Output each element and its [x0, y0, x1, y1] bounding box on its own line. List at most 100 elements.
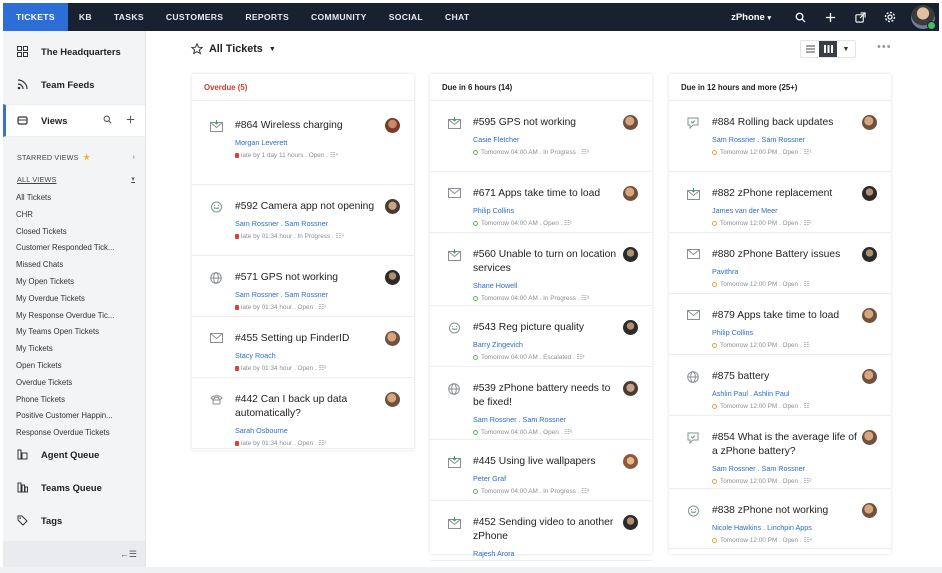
search-icon[interactable]: [785, 3, 815, 31]
portal-switcher[interactable]: zPhone ▾: [731, 12, 771, 23]
ticket-card[interactable]: #882 zPhone replacement James van der Mee…: [669, 172, 891, 233]
ticket-card[interactable]: #879 Apps take time to load Philip Collin…: [669, 294, 891, 355]
ticket-card[interactable]: #875 battery Ashlin Paul . Ashlin Paul Tom…: [669, 355, 891, 416]
ticket-contacts[interactable]: Rajesh Arora: [473, 549, 622, 558]
assignee-avatar[interactable]: [623, 515, 638, 530]
ticket-title[interactable]: #880 zPhone Battery issues: [712, 248, 861, 262]
assignee-avatar[interactable]: [862, 247, 877, 262]
assignee-avatar[interactable]: [623, 454, 638, 469]
ticket-contacts[interactable]: Pavithra: [712, 267, 861, 276]
plus-icon[interactable]: [815, 3, 845, 31]
assignee-avatar[interactable]: [862, 430, 877, 445]
ticket-card[interactable]: #571 GPS not working Sam Rossner . Sam Ro…: [192, 256, 414, 317]
ticket-title[interactable]: #539 zPhone battery needs to be fixed!: [473, 382, 622, 410]
chevron-down-icon[interactable]: ▼: [837, 41, 855, 57]
ticket-contacts[interactable]: Ashlin Paul . Ashlin Paul: [712, 389, 861, 398]
ticket-contacts[interactable]: Morgan Leverett: [235, 138, 384, 147]
assignee-avatar[interactable]: [385, 118, 400, 133]
nav-chat[interactable]: CHAT: [434, 3, 480, 31]
ticket-title[interactable]: #884 Rolling back updates: [712, 116, 861, 130]
ticket-contacts[interactable]: Philip Collins: [473, 206, 622, 215]
ticket-title[interactable]: #875 battery: [712, 370, 861, 384]
view-item[interactable]: My Teams Open Tickets: [3, 324, 145, 341]
ticket-title[interactable]: #595 GPS not working: [473, 116, 622, 130]
ticket-title[interactable]: #854 What is the average life of a zPhon…: [712, 431, 861, 459]
view-item[interactable]: My Open Tickets: [3, 274, 145, 291]
assignee-avatar[interactable]: [385, 199, 400, 214]
ticket-contacts[interactable]: Sam Rossner . Sam Rossner: [712, 135, 861, 144]
assignee-avatar[interactable]: [862, 308, 877, 323]
ticket-contacts[interactable]: Nicole Hawkins . Linchpin Apps: [712, 523, 861, 532]
assignee-avatar[interactable]: [623, 320, 638, 335]
view-item[interactable]: All Tickets: [3, 190, 145, 207]
ticket-contacts[interactable]: Stacy Roach: [235, 351, 384, 360]
view-item[interactable]: My Response Overdue Tic...: [3, 308, 145, 325]
view-item[interactable]: Missed Chats: [3, 257, 145, 274]
assignee-avatar[interactable]: [862, 369, 877, 384]
assignee-avatar[interactable]: [862, 503, 877, 518]
ticket-title[interactable]: #879 Apps take time to load: [712, 309, 861, 323]
ticket-card[interactable]: #854 What is the average life of a zPhon…: [669, 416, 891, 489]
ticket-title[interactable]: #592 Camera app not opening: [235, 200, 384, 214]
ticket-card[interactable]: #452 Sending video to another zPhone Raje…: [430, 501, 652, 561]
view-item[interactable]: CHR: [3, 207, 145, 224]
assignee-avatar[interactable]: [862, 115, 877, 130]
assignee-avatar[interactable]: [623, 247, 638, 262]
ticket-card[interactable]: #592 Camera app not opening Sam Rossner .…: [192, 185, 414, 256]
star-outline-icon[interactable]: [191, 43, 203, 55]
ticket-contacts[interactable]: Casie Fletcher: [473, 135, 622, 144]
ticket-contacts[interactable]: James van der Meer: [712, 206, 861, 215]
nav-tasks[interactable]: TASKS: [103, 3, 155, 31]
assignee-avatar[interactable]: [385, 331, 400, 346]
nav-reports[interactable]: REPORTS: [234, 3, 300, 31]
ticket-card[interactable]: #671 Apps take time to load Philip Collin…: [430, 172, 652, 233]
ticket-title[interactable]: #452 Sending video to another zPhone: [473, 516, 622, 544]
ticket-contacts[interactable]: Philip Collins: [712, 328, 861, 337]
list-view-icon[interactable]: [801, 41, 819, 57]
ticket-card[interactable]: #539 zPhone battery needs to be fixed! Sa…: [430, 367, 652, 440]
view-item[interactable]: Positive Customer Happin...: [3, 408, 145, 425]
view-selector[interactable]: All Tickets ▼: [191, 43, 276, 55]
assignee-avatar[interactable]: [385, 270, 400, 285]
sidebar-item-views[interactable]: Views: [3, 104, 145, 137]
ticket-title[interactable]: #560 Unable to turn on location services: [473, 248, 622, 276]
sidebar-item-team-feeds[interactable]: Team Feeds: [3, 68, 145, 101]
ticket-title[interactable]: #571 GPS not working: [235, 271, 384, 285]
view-item[interactable]: My Tickets: [3, 341, 145, 358]
view-item[interactable]: Overdue Tickets: [3, 375, 145, 392]
ticket-contacts[interactable]: Barry Zingevich: [473, 340, 622, 349]
nav-customers[interactable]: CUSTOMERS: [155, 3, 234, 31]
assignee-avatar[interactable]: [862, 186, 877, 201]
view-item[interactable]: Response Overdue Tickets: [3, 425, 145, 438]
view-item[interactable]: Open Tickets: [3, 358, 145, 375]
kanban-view-icon[interactable]: [819, 41, 837, 57]
ticket-card[interactable]: #560 Unable to turn on location services…: [430, 233, 652, 306]
all-views-section[interactable]: ALL VIEWS ▾: [3, 168, 145, 190]
nav-community[interactable]: COMMUNITY: [300, 3, 378, 31]
ticket-card[interactable]: #445 Using live wallpapers Peter Graf Tomo…: [430, 440, 652, 501]
external-link-icon[interactable]: [845, 3, 875, 31]
ticket-card[interactable]: #442 Can I back up data automatically? Sa…: [192, 378, 414, 449]
sidebar-item-agent-queue[interactable]: Agent Queue: [3, 438, 145, 471]
search-icon[interactable]: [103, 115, 112, 126]
ticket-title[interactable]: #442 Can I back up data automatically?: [235, 393, 384, 421]
ticket-title[interactable]: #671 Apps take time to load: [473, 187, 622, 201]
sidebar-item-headquarters[interactable]: The Headquarters: [3, 35, 145, 68]
ticket-title[interactable]: #455 Setting up FinderID: [235, 332, 384, 346]
ticket-card[interactable]: #884 Rolling back updates Sam Rossner . S…: [669, 101, 891, 172]
ticket-contacts[interactable]: Sam Rossner . Sam Rossner: [473, 415, 622, 424]
ticket-contacts[interactable]: Sam Rossner . Sam Rossner: [235, 219, 384, 228]
ticket-contacts[interactable]: Peter Graf: [473, 474, 622, 483]
assignee-avatar[interactable]: [623, 115, 638, 130]
view-item[interactable]: Closed Tickets: [3, 224, 145, 241]
ticket-title[interactable]: #445 Using live wallpapers: [473, 455, 622, 469]
ticket-contacts[interactable]: Sam Rossner . Sam Rossner: [712, 464, 861, 473]
ticket-title[interactable]: #864 Wireless charging: [235, 119, 384, 133]
assignee-avatar[interactable]: [623, 186, 638, 201]
more-options-icon[interactable]: •••: [877, 41, 892, 53]
user-avatar[interactable]: [911, 5, 936, 30]
plus-icon[interactable]: [126, 115, 135, 126]
collapse-sidebar-button[interactable]: ←☰: [3, 541, 145, 567]
ticket-title[interactable]: #882 zPhone replacement: [712, 187, 861, 201]
sidebar-item-tags[interactable]: Tags: [3, 504, 145, 537]
